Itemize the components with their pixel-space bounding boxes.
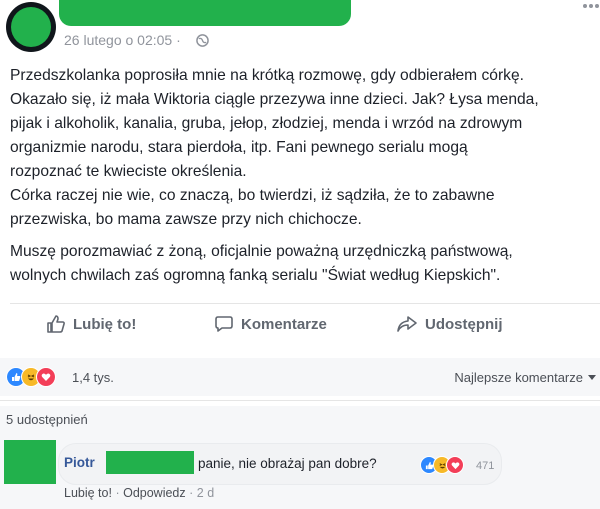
post-line: Muszę porozmawiać z żoną, oficjalnie pow…	[10, 243, 513, 260]
separator: ·	[189, 486, 197, 500]
divider	[0, 400, 600, 401]
post-timestamp[interactable]: 26 lutego o 02:05 ·	[64, 32, 181, 48]
more-icon[interactable]	[582, 2, 600, 10]
comment-label: Komentarze	[241, 315, 327, 333]
post-line: Córka raczej nie wie, co znaczą, bo twie…	[10, 187, 495, 204]
author-name-redaction	[59, 0, 351, 26]
divider	[10, 303, 600, 304]
love-reaction-icon	[36, 367, 56, 387]
reaction-icons[interactable]	[6, 367, 56, 387]
post-text: Przedszkolanka poprosiła mnie na krótką …	[10, 64, 600, 288]
commenter-surname-redaction	[106, 451, 194, 474]
like-label: Lubię to!	[73, 315, 137, 333]
comment-reply-link[interactable]: Odpowiedz	[123, 486, 186, 500]
reaction-count[interactable]: 1,4 tys.	[72, 370, 114, 385]
comment-reaction-icons[interactable]	[420, 456, 464, 474]
share-icon	[397, 316, 417, 332]
comment-actions: Lubię to! · Odpowiedz · 2 d	[64, 486, 214, 500]
post-line: wolnych chwilach zaś ogromną fanką seria…	[10, 267, 501, 284]
caret-down-icon	[588, 375, 596, 380]
post-line: przezwiska, bo mama zawsze przy nich chi…	[10, 211, 362, 228]
sort-label: Najlepsze komentarze	[454, 370, 583, 385]
post-line: pijak i alkoholik, kanalia, gruba, jełop…	[10, 115, 523, 132]
comment-button[interactable]: Komentarze	[214, 314, 327, 334]
avatar[interactable]	[11, 7, 51, 47]
post-line: Przedszkolanka poprosiła mnie na krótką …	[10, 67, 524, 84]
separator: ·	[115, 486, 124, 500]
post-line: organizmie narodu, stara pierdoła, itp. …	[10, 139, 468, 156]
globe-icon	[196, 34, 209, 47]
action-bar: Lubię to! Komentarze Udostępnij	[0, 310, 600, 344]
like-button[interactable]: Lubię to!	[46, 314, 136, 334]
post-line: Okazało się, iż mała Wiktoria ciągle prz…	[10, 91, 539, 108]
comment-icon	[215, 316, 233, 332]
commenter-avatar-redaction	[4, 440, 56, 484]
share-label: Udostępnij	[425, 315, 503, 333]
share-button[interactable]: Udostępnij	[396, 314, 503, 334]
comment-reaction-count[interactable]: 471	[476, 460, 494, 472]
comment-sort-dropdown[interactable]: Najlepsze komentarze	[454, 370, 596, 385]
commenter-name[interactable]: Piotr	[64, 455, 95, 470]
comment-text: panie, nie obrażaj pan dobre?	[198, 456, 377, 471]
comment-like-link[interactable]: Lubię to!	[64, 486, 112, 500]
love-reaction-icon	[446, 456, 464, 474]
like-icon	[47, 315, 65, 333]
comment-age[interactable]: 2 d	[197, 486, 214, 500]
shares-count[interactable]: 5 udostępnień	[6, 412, 88, 427]
post-header: 26 lutego o 02:05 ·	[0, 0, 600, 60]
post-line: rozpoznać te kwieciste określenia.	[10, 163, 247, 180]
reactions-summary: 1,4 tys. Najlepsze komentarze	[0, 358, 600, 396]
